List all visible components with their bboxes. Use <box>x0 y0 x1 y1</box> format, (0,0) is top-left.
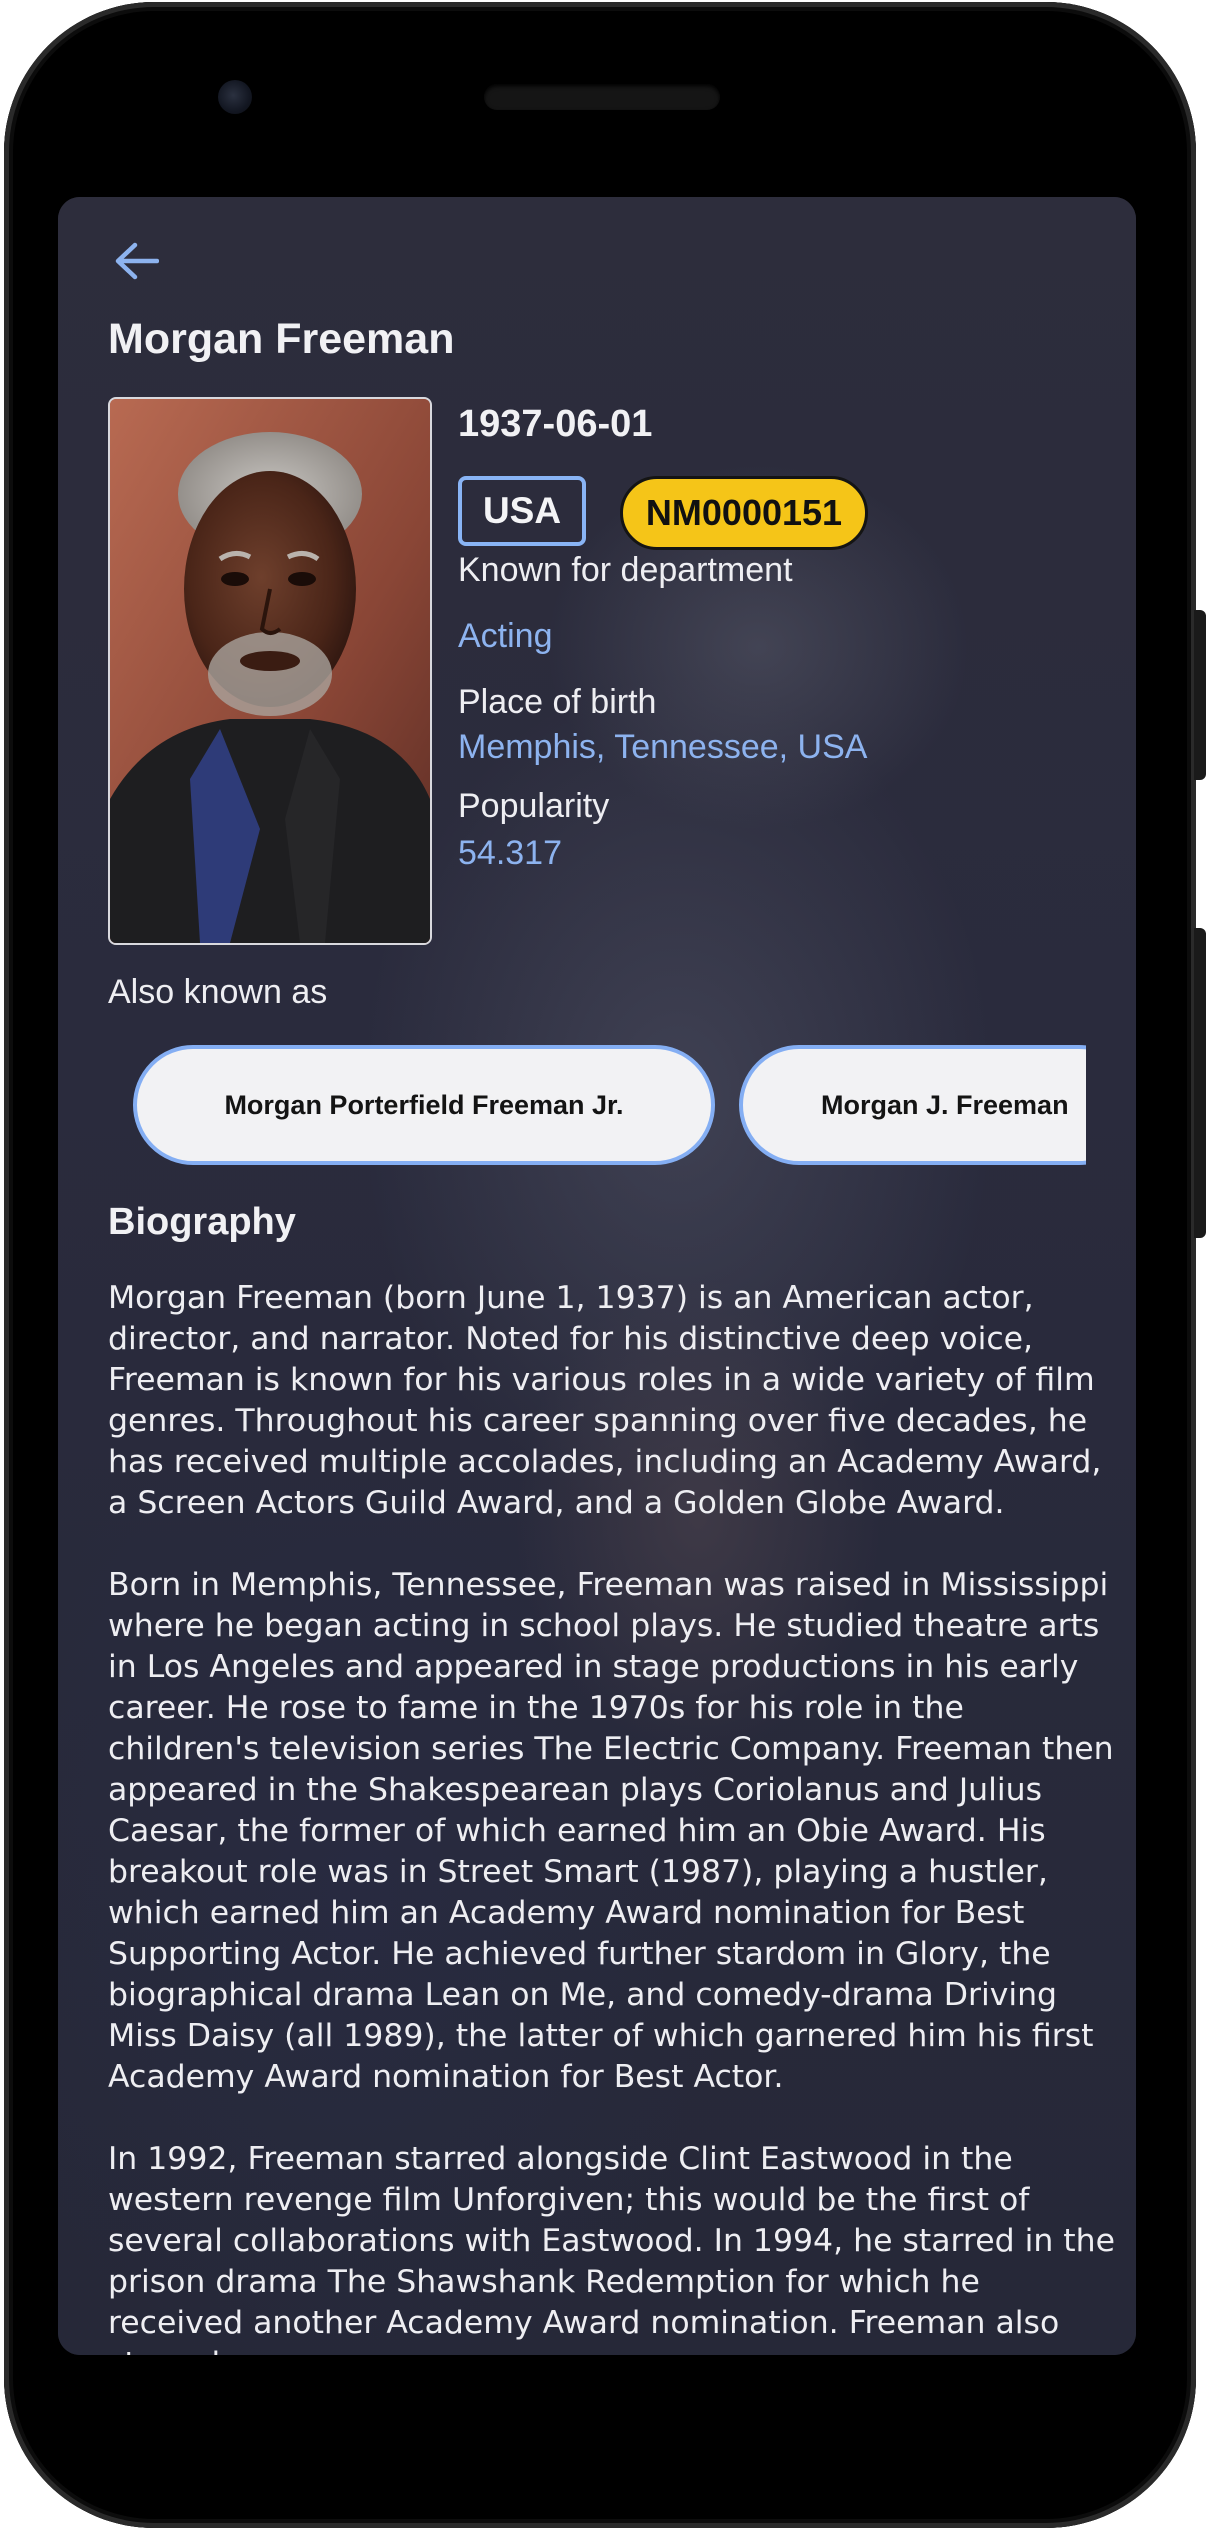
power-button <box>1194 610 1206 780</box>
aka-list[interactable]: Morgan Porterfield Freeman Jr. Morgan J.… <box>108 1045 1086 1169</box>
aka-chip[interactable]: Morgan J. Freeman <box>739 1045 1086 1165</box>
aka-chip[interactable]: Morgan Porterfield Freeman Jr. <box>133 1045 715 1165</box>
person-name: Morgan Freeman <box>108 315 455 363</box>
back-button[interactable] <box>108 235 164 291</box>
biography-text: Morgan Freeman (born June 1, 1937) is an… <box>108 1278 1118 2355</box>
birthplace-value: Memphis, Tennessee, USA <box>458 728 868 766</box>
front-camera <box>218 80 252 114</box>
imdb-id-badge[interactable]: NM0000151 <box>620 476 868 550</box>
popularity-label: Popularity <box>458 787 610 825</box>
biography-paragraph: In 1992, Freeman starred alongside Clint… <box>108 2141 1116 2355</box>
biography-paragraph: Morgan Freeman (born June 1, 1937) is an… <box>108 1280 1102 1521</box>
biography-heading: Biography <box>108 1201 296 1243</box>
birthplace-label: Place of birth <box>458 683 657 721</box>
profile-photo <box>108 397 432 945</box>
aka-label: Also known as <box>108 973 328 1011</box>
biography-paragraph: Born in Memphis, Tennessee, Freeman was … <box>108 1567 1114 2095</box>
popularity-value: 54.317 <box>458 834 562 872</box>
app-screen: Morgan Freeman 1937-06-01 USA NM0000151 … <box>58 197 1136 2355</box>
department-label: Known for department <box>458 551 793 589</box>
country-badge: USA <box>458 476 586 546</box>
volume-button <box>1194 928 1206 1238</box>
person-details: Morgan Freeman 1937-06-01 USA NM0000151 … <box>58 197 1136 2355</box>
department-value: Acting <box>458 617 553 655</box>
arrow-left-icon <box>113 241 160 286</box>
birth-date: 1937-06-01 <box>458 403 653 445</box>
phone-frame: Morgan Freeman 1937-06-01 USA NM0000151 … <box>0 0 1206 2533</box>
earpiece-speaker <box>484 84 720 110</box>
